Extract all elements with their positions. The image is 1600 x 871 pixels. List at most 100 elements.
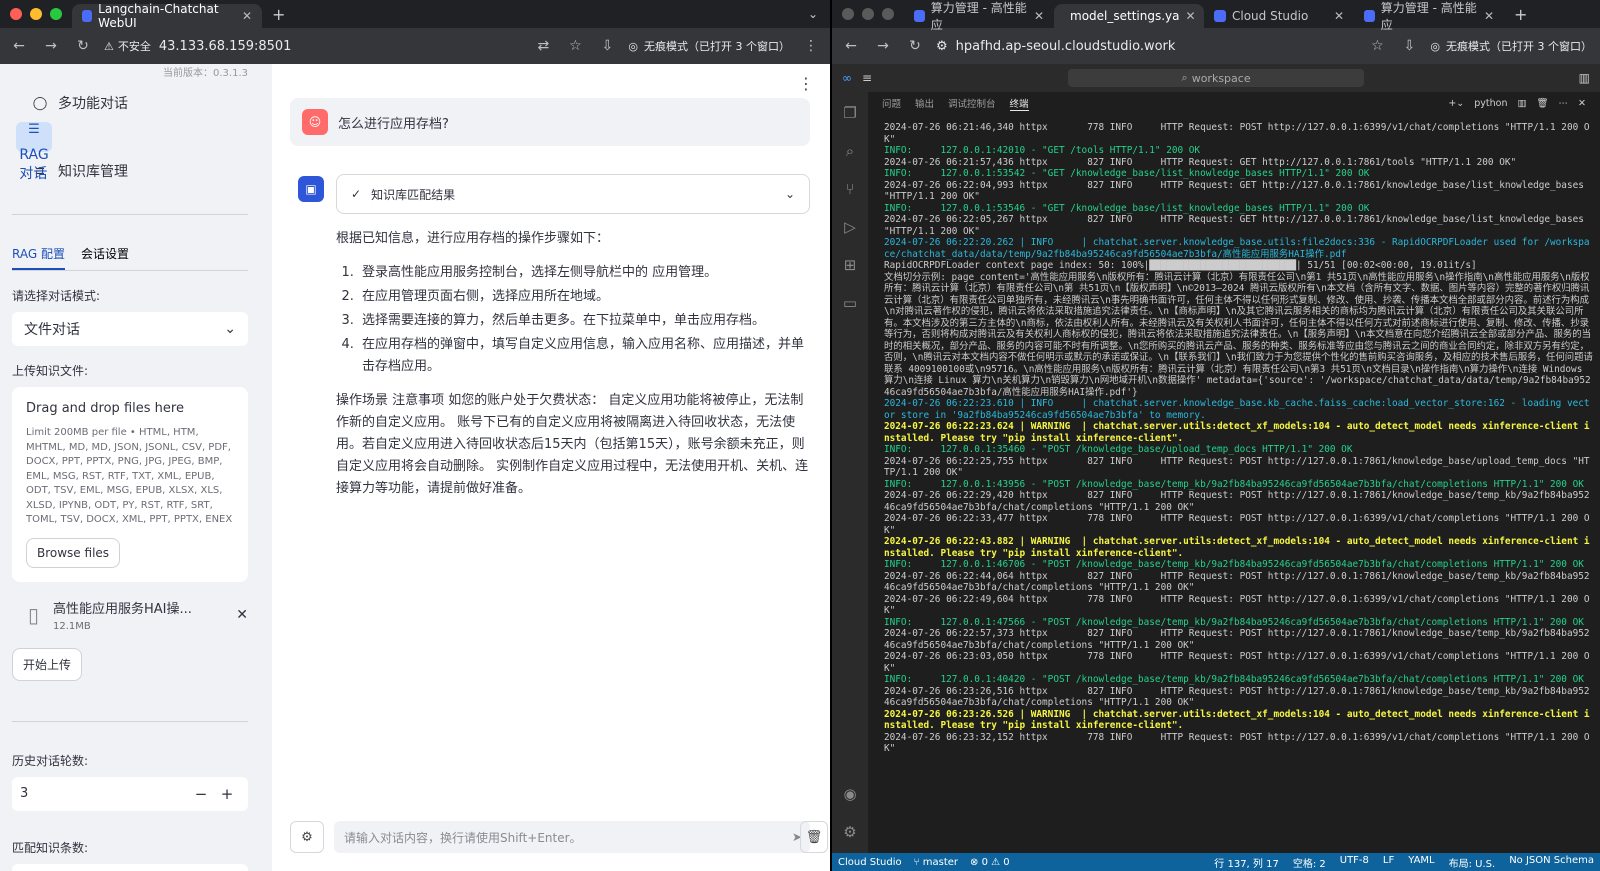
status-eol[interactable]: LF	[1383, 855, 1394, 870]
status-language[interactable]: YAML	[1408, 855, 1434, 870]
incognito-indicator[interactable]: ◎ 无痕模式（已打开 3 个窗口）	[1430, 38, 1592, 54]
browser-tab[interactable]: 算力管理 - 高性能应 ✕	[904, 1, 1054, 32]
history-value[interactable]: 3	[20, 786, 188, 801]
close-tab-icon[interactable]: ✕	[1186, 9, 1196, 23]
minus-icon[interactable]: −	[188, 785, 214, 803]
bookmark-star-icon[interactable]: ☆	[1366, 38, 1388, 54]
extensions-icon[interactable]: ⊞	[844, 256, 857, 274]
maximize-window-icon[interactable]	[50, 8, 62, 20]
status-indent[interactable]: 空格: 2	[1293, 855, 1326, 870]
terminal-line: 2024-07-26 06:22:57,373 httpx 827 INFO H…	[884, 628, 1590, 651]
minimize-window-icon[interactable]	[30, 8, 42, 20]
close-window-icon[interactable]	[842, 8, 854, 20]
kill-terminal-icon[interactable]: 🗑	[1536, 98, 1548, 109]
app-menu-icon[interactable]: ⋮	[798, 74, 814, 93]
terminal-output[interactable]: 2024-07-26 06:21:46,340 httpx 778 INFO H…	[884, 122, 1594, 755]
source-control-icon[interactable]: ⑂	[845, 180, 854, 198]
security-badge[interactable]: ⚠ 不安全	[104, 38, 151, 54]
sidebar-item-kb-manage[interactable]: ≡ 知识库管理	[16, 156, 244, 186]
site-info-icon[interactable]: ⚙	[936, 39, 948, 54]
status-problems[interactable]: ⊗ 0 ⚠ 0	[970, 857, 1010, 868]
tab-rag-config[interactable]: RAG 配置	[12, 239, 65, 270]
close-tab-icon[interactable]: ✕	[1484, 9, 1494, 23]
layout-toggle-icon[interactable]: ▥	[1579, 71, 1590, 85]
forward-icon[interactable]: →	[40, 38, 62, 54]
url-field[interactable]: ⚙ hpafhd.ap-seoul.cloudstudio.work	[936, 39, 1356, 54]
new-terminal-icon[interactable]: +⌄	[1448, 98, 1464, 109]
terminal-line: 2024-07-26 06:22:25,755 httpx 827 INFO H…	[884, 455, 1590, 479]
tab-terminal[interactable]: 终端	[1009, 96, 1029, 111]
browser-tab[interactable]: Cloud Studio ✕	[1204, 4, 1354, 28]
browser-tab[interactable]: 算力管理 - 高性能应 ✕	[1354, 1, 1504, 32]
terminal-line: 2024-07-26 06:22:23.624 | WARNING | chat…	[884, 421, 1590, 444]
status-keyboard-layout[interactable]: 布局: U.S.	[1449, 855, 1496, 870]
incognito-icon: ◎	[628, 39, 638, 53]
status-remote[interactable]: Cloud Studio	[838, 857, 902, 868]
mode-select[interactable]: 文件对话 ⌄	[12, 312, 248, 346]
browser-tab[interactable]: model_settings.ya ✕	[1054, 4, 1204, 28]
more-actions-icon[interactable]: ⋯	[1559, 98, 1569, 109]
browser-tab[interactable]: Langchain-Chatchat WebUI ✕	[72, 2, 262, 30]
browse-files-button[interactable]: Browse files	[26, 537, 121, 568]
clear-chat-trash-icon[interactable]: 🗑	[800, 821, 828, 853]
file-dropzone[interactable]: Drag and drop files here Limit 200MB per…	[12, 387, 248, 582]
reload-icon[interactable]: ↻	[904, 38, 926, 54]
chat-input[interactable]: 请输入对话内容，换行请使用Shift+Enter。 ➤	[334, 821, 810, 853]
answer-intro: 根据已知信息，进行应用存档的操作步骤如下：	[336, 231, 610, 246]
account-icon[interactable]: ◉	[843, 785, 856, 803]
reload-icon[interactable]: ↻	[72, 38, 94, 54]
manage-gear-icon[interactable]: ⚙	[843, 823, 856, 841]
kb-results-expander[interactable]: ✓ 知识库匹配结果 ⌄	[336, 174, 810, 214]
forward-icon[interactable]: →	[872, 38, 894, 54]
search-icon[interactable]: ⌕	[846, 142, 854, 160]
command-search[interactable]: ⌕ workspace	[1068, 69, 1365, 87]
remove-file-icon[interactable]: ✕	[236, 607, 248, 623]
download-icon[interactable]: ⇩	[596, 38, 618, 54]
terminal-panel: 问题 输出 调试控制台 终端 +⌄ python ▥ 🗑 ⋯ ✕ 2024-07…	[868, 92, 1600, 853]
hamburger-menu-icon[interactable]: ≡	[862, 71, 872, 85]
close-window-icon[interactable]	[10, 8, 22, 20]
plus-icon[interactable]: +	[214, 785, 240, 803]
terminal-line: 2024-07-26 06:22:05,267 httpx 827 INFO H…	[884, 214, 1590, 237]
close-panel-icon[interactable]: ✕	[1578, 98, 1586, 109]
split-terminal-icon[interactable]: ▥	[1517, 98, 1526, 109]
explorer-icon[interactable]: ❐	[843, 104, 856, 122]
maximize-window-icon[interactable]	[882, 8, 894, 20]
run-debug-icon[interactable]: ▷	[844, 218, 856, 236]
tab-debug-console[interactable]: 调试控制台	[948, 96, 996, 110]
close-tab-icon[interactable]: ✕	[242, 9, 252, 23]
tab-output[interactable]: 输出	[915, 96, 934, 110]
url-field[interactable]: ⚠ 不安全 43.133.68.159:8501	[104, 38, 522, 54]
menu-kebab-icon[interactable]: ⋮	[800, 38, 822, 54]
tab-search-icon[interactable]: ⌄	[808, 7, 830, 21]
match-stepper[interactable]: 3−+	[12, 863, 248, 871]
translate-icon[interactable]: ⇄	[532, 38, 554, 54]
new-tab-icon[interactable]: +	[262, 5, 295, 24]
back-icon[interactable]: ←	[8, 38, 30, 54]
remote-explorer-icon[interactable]: ▭	[843, 294, 857, 312]
url-text: hpafhd.ap-seoul.cloudstudio.work	[955, 38, 1176, 54]
settings-gear-icon[interactable]: ⚙	[290, 821, 324, 853]
status-branch[interactable]: ⑂ master	[914, 857, 958, 868]
right-tab-bar: 算力管理 - 高性能应 ✕ model_settings.ya ✕ Cloud St…	[832, 0, 1600, 32]
back-icon[interactable]: ←	[840, 38, 862, 54]
close-tab-icon[interactable]: ✕	[1034, 9, 1044, 23]
tab-session-settings[interactable]: 会话设置	[81, 239, 129, 270]
tab-problems[interactable]: 问题	[882, 96, 901, 110]
history-stepper[interactable]: 3− +	[12, 776, 248, 811]
new-tab-icon[interactable]: +	[1504, 5, 1537, 24]
status-encoding[interactable]: UTF-8	[1340, 855, 1369, 870]
sidebar-item-multichat[interactable]: ◯ 多功能对话	[16, 88, 244, 118]
close-tab-icon[interactable]: ✕	[1334, 9, 1344, 23]
start-upload-button[interactable]: 开始上传	[12, 647, 83, 681]
incognito-indicator[interactable]: ◎ 无痕模式（已打开 3 个窗口）	[628, 38, 790, 54]
user-message: ☺ 怎么进行应用存档?	[290, 98, 810, 146]
terminal-shell-label[interactable]: python	[1474, 98, 1507, 109]
minimize-window-icon[interactable]	[862, 8, 874, 20]
download-icon[interactable]: ⇩	[1398, 38, 1420, 54]
left-browser-window: Langchain-Chatchat WebUI ✕ + ⌄ ← → ↻ ⚠ 不安全…	[0, 0, 830, 871]
sidebar-item-rag[interactable]: ☰ RAG 对话	[16, 122, 52, 182]
status-json-schema[interactable]: No JSON Schema	[1509, 855, 1594, 870]
bookmark-star-icon[interactable]: ☆	[564, 38, 586, 54]
status-cursor-pos[interactable]: 行 137, 列 17	[1214, 855, 1279, 870]
